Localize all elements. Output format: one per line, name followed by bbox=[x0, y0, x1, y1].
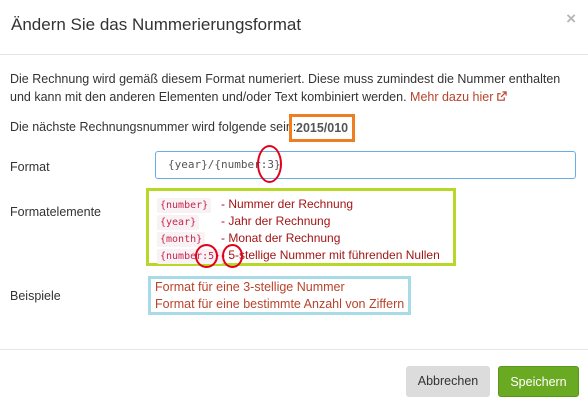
format-input[interactable]: {year}/{number:3} bbox=[155, 151, 576, 179]
format-element-desc: - 5-stellige Nummer mit führenden Nullen bbox=[221, 248, 440, 262]
format-element-desc: - Monat der Rechnung bbox=[221, 231, 341, 245]
example-link-digits[interactable]: Format für eine bestimmte Anzahl von Zif… bbox=[155, 297, 404, 311]
annotation-circle bbox=[195, 244, 218, 268]
annotation-circle bbox=[222, 244, 243, 268]
format-element-code: {year} bbox=[157, 215, 200, 230]
save-button[interactable]: Speichern bbox=[498, 366, 579, 397]
format-element-row: {year} - Jahr der Rechnung bbox=[157, 214, 330, 230]
format-label: Format bbox=[10, 160, 50, 174]
annotation-circle bbox=[257, 145, 282, 183]
examples-label: Beispiele bbox=[10, 289, 61, 303]
more-info-link[interactable]: Mehr dazu hier bbox=[410, 90, 493, 104]
intro-text: Die Rechnung wird gemäß diesem Format nu… bbox=[10, 70, 570, 106]
example-link-3-digit[interactable]: Format für eine 3-stellige Nummer bbox=[155, 280, 345, 294]
elements-label: Formatelemente bbox=[10, 205, 102, 219]
footer-divider bbox=[0, 349, 588, 350]
format-element-desc: - Nummer der Rechnung bbox=[221, 197, 354, 211]
external-link-icon[interactable] bbox=[496, 91, 508, 102]
format-element-desc: - Jahr der Rechnung bbox=[221, 214, 331, 228]
format-element-code: {number} bbox=[157, 198, 212, 213]
next-number-value: 2015/010 bbox=[289, 114, 356, 142]
format-element-code: {month} bbox=[157, 232, 206, 247]
format-element-row: {number} - Nummer der Rechnung bbox=[157, 197, 353, 213]
dialog-header: Ändern Sie das Nummerierungsformat × bbox=[0, 0, 588, 55]
next-number-label: Die nächste Rechnungsnummer wird folgend… bbox=[10, 120, 297, 134]
close-icon[interactable]: × bbox=[566, 10, 576, 27]
dialog-title: Ändern Sie das Nummerierungsformat bbox=[11, 15, 302, 34]
cancel-button[interactable]: Abbrechen bbox=[406, 366, 490, 397]
format-element-row: {month} - Monat der Rechnung bbox=[157, 231, 340, 247]
